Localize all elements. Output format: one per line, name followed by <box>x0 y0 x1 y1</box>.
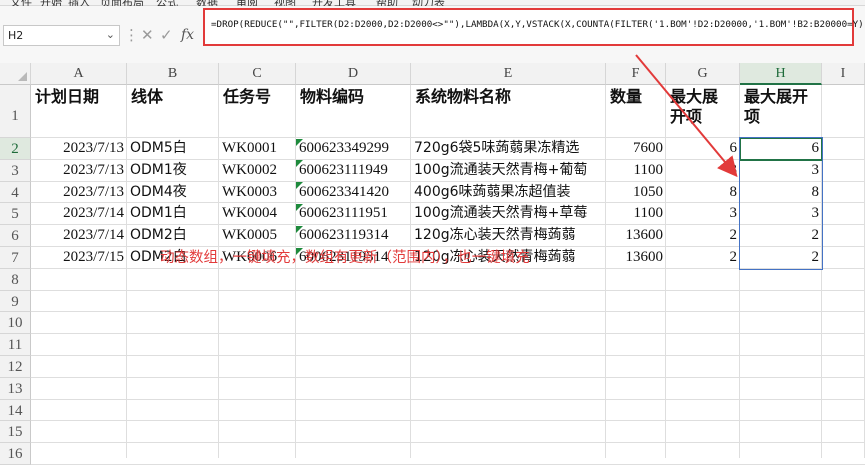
column-header-e[interactable]: E <box>411 63 606 85</box>
name-box[interactable]: H2 ⌄ <box>3 25 120 46</box>
cell-date[interactable]: 2023/7/15 <box>31 247 127 268</box>
cell-material-code[interactable]: 600623111949 <box>299 160 411 181</box>
row-header-1[interactable]: 1 <box>0 85 31 138</box>
row-header-15[interactable]: 15 <box>0 421 31 444</box>
row-header-9[interactable]: 9 <box>0 290 31 313</box>
row-header-2[interactable]: 2 <box>0 138 31 160</box>
column-header-g[interactable]: G <box>666 63 740 85</box>
row-header-3[interactable]: 3 <box>0 159 31 182</box>
cell-max-expand-g[interactable]: 2 <box>666 225 740 246</box>
chevron-down-icon[interactable]: ⌄ <box>106 28 115 41</box>
row-header-6[interactable]: 6 <box>0 225 31 247</box>
column-header-i[interactable]: I <box>822 63 865 85</box>
cell-line[interactable]: ODM4夜 <box>130 182 218 203</box>
row-header-16[interactable]: 16 <box>0 443 31 465</box>
cell-max-expand-g[interactable]: 3 <box>666 203 740 224</box>
cell-task[interactable]: WK0001 <box>222 138 295 159</box>
cell-quantity[interactable]: 13600 <box>606 247 666 268</box>
cell-max-expand-h[interactable]: 2 <box>740 225 822 246</box>
cell-date[interactable]: 2023/7/14 <box>31 225 127 246</box>
cell-max-expand-g[interactable]: 6 <box>666 138 740 159</box>
gridline <box>31 398 865 400</box>
cell-material-name[interactable]: 720g6袋5味蒟蒻果冻精选 <box>414 138 605 159</box>
formula-input[interactable]: =DROP(REDUCE("",FILTER(D2:D2000,D2:D2000… <box>203 8 865 46</box>
cell-max-expand-g[interactable]: 3 <box>666 160 740 181</box>
cell-date[interactable]: 2023/7/13 <box>31 182 127 203</box>
row-header-5[interactable]: 5 <box>0 203 31 226</box>
gridline <box>31 442 865 444</box>
row-header-4[interactable]: 4 <box>0 181 31 204</box>
header-cell-c[interactable]: 任务号 <box>223 87 294 107</box>
row-header-14[interactable]: 14 <box>0 399 31 422</box>
gridline <box>218 85 219 458</box>
column-header-a[interactable]: A <box>31 63 127 85</box>
gridline <box>31 464 865 465</box>
header-cell-b[interactable]: 线体 <box>131 87 217 107</box>
cell-line[interactable]: ODM1白 <box>130 203 218 224</box>
name-box-value: H2 <box>8 29 24 42</box>
cell-material-name[interactable]: 400g6味蒟蒻果冻超值装 <box>414 182 605 203</box>
annotation-note: 动态数组，一键填充，数组有更新（范围内），也一键填充 <box>160 250 530 266</box>
cell-material-code[interactable]: 600623349299 <box>299 138 411 159</box>
cell-quantity[interactable]: 7600 <box>606 138 666 159</box>
cell-task[interactable]: WK0002 <box>222 160 295 181</box>
column-header-h[interactable]: H <box>740 63 822 85</box>
cell-material-code[interactable]: 600623341420 <box>299 182 411 203</box>
cell-task[interactable]: WK0003 <box>222 182 295 203</box>
column-header-f[interactable]: F <box>606 63 666 85</box>
insert-function-icon[interactable]: fx <box>181 25 194 45</box>
cell-max-expand-h[interactable]: 6 <box>740 138 822 159</box>
cell-task[interactable]: WK0005 <box>222 225 295 246</box>
confirm-icon[interactable]: ✓ <box>160 25 173 45</box>
cell-max-expand-h[interactable]: 2 <box>740 247 822 268</box>
row-header-8[interactable]: 8 <box>0 268 31 291</box>
select-all-button[interactable] <box>0 63 31 85</box>
cancel-icon[interactable]: ✕ <box>141 25 154 45</box>
gridline <box>31 420 865 422</box>
header-cell-g[interactable]: 最大展开项 <box>670 87 722 127</box>
cell-material-name[interactable]: 100g流通装天然青梅+葡萄 <box>414 160 605 181</box>
header-cell-f[interactable]: 数量 <box>610 87 664 107</box>
row-header-13[interactable]: 13 <box>0 377 31 400</box>
cell-line[interactable]: ODM2白 <box>130 225 218 246</box>
gridline <box>31 311 865 313</box>
gridline <box>31 333 865 335</box>
gridline <box>31 355 865 356</box>
row-header-11[interactable]: 11 <box>0 334 31 356</box>
cell-material-name[interactable]: 100g流通装天然青梅+草莓 <box>414 203 605 224</box>
formula-text: =DROP(REDUCE("",FILTER(D2:D2000,D2:D2000… <box>211 19 865 30</box>
gridline <box>31 376 865 378</box>
cell-max-expand-h[interactable]: 3 <box>740 203 822 224</box>
row-header-12[interactable]: 12 <box>0 356 31 378</box>
column-header-d[interactable]: D <box>296 63 411 85</box>
gridline <box>31 289 865 291</box>
header-cell-a[interactable]: 计划日期 <box>35 87 125 107</box>
cell-line[interactable]: ODM5白 <box>130 138 218 159</box>
header-cell-h[interactable]: 最大展开项 <box>744 87 816 127</box>
column-header-c[interactable]: C <box>219 63 296 85</box>
cell-quantity[interactable]: 1050 <box>606 182 666 203</box>
cell-date[interactable]: 2023/7/14 <box>31 203 127 224</box>
row-header-10[interactable]: 10 <box>0 312 31 335</box>
header-cell-d[interactable]: 物料编码 <box>300 87 409 107</box>
cell-line[interactable]: ODM1夜 <box>130 160 218 181</box>
cell-material-code[interactable]: 600623111951 <box>299 203 411 224</box>
cell-max-expand-g[interactable]: 8 <box>666 182 740 203</box>
cell-max-expand-g[interactable]: 2 <box>666 247 740 268</box>
cell-max-expand-h[interactable]: 3 <box>740 160 822 181</box>
column-header-b[interactable]: B <box>127 63 219 85</box>
cell-material-name[interactable]: 120g冻心装天然青梅蒟蒻 <box>414 225 605 246</box>
cell-quantity[interactable]: 1100 <box>606 203 666 224</box>
more-options-icon: ⋮ <box>124 26 139 44</box>
cell-material-code[interactable]: 600623119314 <box>299 225 411 246</box>
cell-quantity[interactable]: 1100 <box>606 160 666 181</box>
cell-quantity[interactable]: 13600 <box>606 225 666 246</box>
cell-task[interactable]: WK0004 <box>222 203 295 224</box>
header-cell-e[interactable]: 系统物料名称 <box>415 87 604 107</box>
row-header-7[interactable]: 7 <box>0 247 31 269</box>
cell-max-expand-h[interactable]: 8 <box>740 182 822 203</box>
cell-date[interactable]: 2023/7/13 <box>31 160 127 181</box>
cell-date[interactable]: 2023/7/13 <box>31 138 127 159</box>
